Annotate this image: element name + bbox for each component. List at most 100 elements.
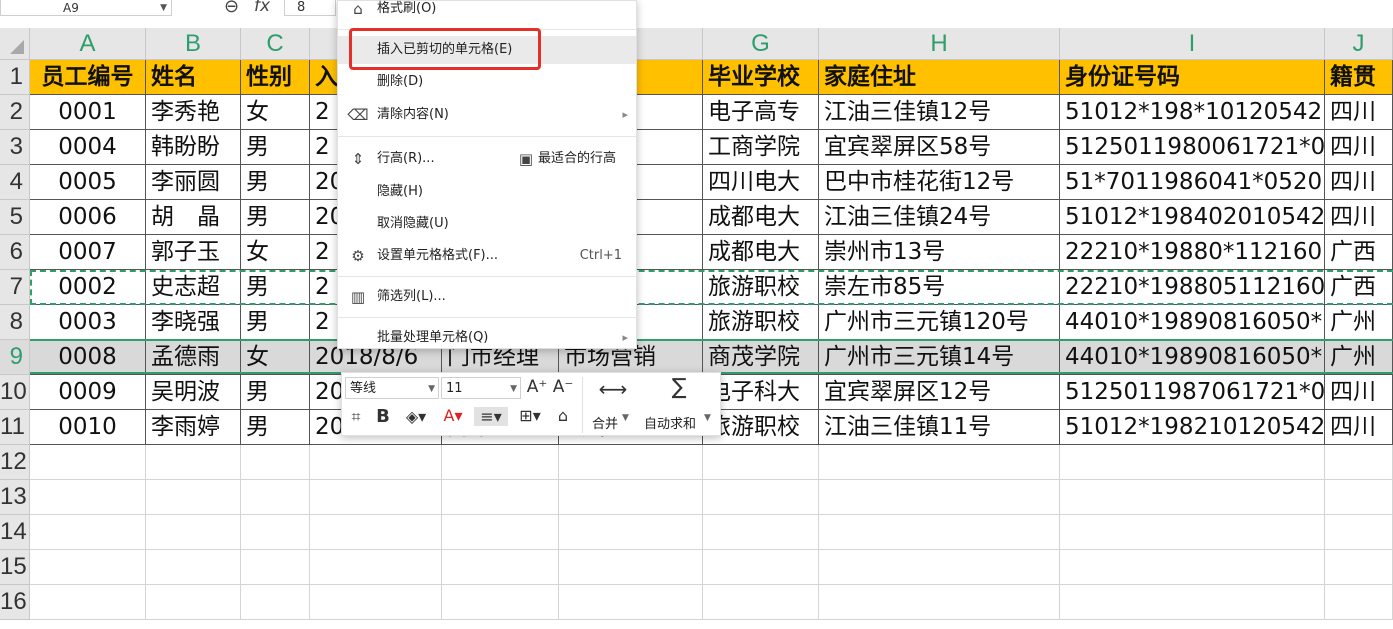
- table-cell[interactable]: [703, 480, 819, 515]
- table-header-cell[interactable]: 毕业学校: [703, 60, 819, 95]
- table-cell[interactable]: [442, 445, 559, 480]
- table-cell[interactable]: [819, 585, 1060, 620]
- table-cell[interactable]: [146, 585, 241, 620]
- table-cell[interactable]: [819, 445, 1060, 480]
- table-cell[interactable]: [310, 480, 442, 515]
- autosum-button[interactable]: 自动求和: [644, 413, 696, 432]
- table-cell[interactable]: [146, 480, 241, 515]
- sum-icon[interactable]: ∑: [664, 375, 694, 400]
- row-header[interactable]: 11: [0, 410, 30, 445]
- row-header[interactable]: 1: [0, 60, 30, 95]
- chevron-down-icon[interactable]: ▼: [704, 413, 711, 423]
- chevron-down-icon[interactable]: ▼: [622, 413, 629, 423]
- zoom-icon[interactable]: ⊖: [224, 0, 239, 17]
- convert-icon[interactable]: ⌗: [345, 407, 367, 427]
- table-cell[interactable]: 男: [241, 375, 310, 410]
- formula-input[interactable]: 8: [284, 0, 336, 16]
- table-cell[interactable]: 李秀艳: [146, 95, 241, 130]
- row-header[interactable]: 4: [0, 165, 30, 200]
- table-cell[interactable]: [30, 445, 146, 480]
- table-cell[interactable]: 四川: [1325, 95, 1393, 130]
- column-header[interactable]: J: [1325, 28, 1393, 60]
- table-cell[interactable]: [241, 550, 310, 585]
- table-header-cell[interactable]: 籍贯: [1325, 60, 1393, 95]
- table-cell[interactable]: 0007: [30, 235, 146, 270]
- table-cell[interactable]: [703, 515, 819, 550]
- table-cell[interactable]: 51*7011986041*0520: [1060, 165, 1325, 200]
- column-header[interactable]: G: [703, 28, 819, 60]
- table-cell[interactable]: 四川: [1325, 200, 1393, 235]
- column-header[interactable]: C: [241, 28, 310, 60]
- table-cell[interactable]: 22210*19880*112160: [1060, 235, 1325, 270]
- row-header[interactable]: 7: [0, 270, 30, 305]
- table-cell[interactable]: [1325, 585, 1393, 620]
- table-cell[interactable]: 5125011980061721*0: [1060, 130, 1325, 165]
- table-cell[interactable]: 男: [241, 410, 310, 445]
- table-cell[interactable]: [1325, 515, 1393, 550]
- select-all-corner[interactable]: [0, 28, 30, 60]
- chevron-down-icon[interactable]: ▼: [160, 0, 167, 16]
- table-cell[interactable]: [819, 480, 1060, 515]
- table-cell[interactable]: 男: [241, 305, 310, 340]
- merge-button[interactable]: 合并: [592, 413, 618, 432]
- table-header-cell[interactable]: 性别: [241, 60, 310, 95]
- table-cell[interactable]: 0005: [30, 165, 146, 200]
- table-header-cell[interactable]: 姓名: [146, 60, 241, 95]
- table-cell[interactable]: 吴明波: [146, 375, 241, 410]
- decrease-font-icon[interactable]: A⁻: [552, 377, 574, 397]
- table-cell[interactable]: 崇州市13号: [819, 235, 1060, 270]
- column-header[interactable]: I: [1060, 28, 1325, 60]
- fill-color-icon[interactable]: ◈▾: [400, 407, 432, 426]
- row-header[interactable]: 8: [0, 305, 30, 340]
- table-cell[interactable]: [30, 550, 146, 585]
- table-cell[interactable]: 胡 晶: [146, 200, 241, 235]
- table-cell[interactable]: [30, 480, 146, 515]
- table-cell[interactable]: [559, 480, 703, 515]
- table-cell[interactable]: [241, 515, 310, 550]
- table-cell[interactable]: 51012*198*10120542: [1060, 95, 1325, 130]
- table-cell[interactable]: 四川电大: [703, 165, 819, 200]
- table-cell[interactable]: 韩盼盼: [146, 130, 241, 165]
- table-cell[interactable]: [310, 550, 442, 585]
- table-cell[interactable]: 女: [241, 95, 310, 130]
- font-select[interactable]: 等线 ▼: [345, 377, 439, 399]
- table-cell[interactable]: 0010: [30, 410, 146, 445]
- table-cell[interactable]: 江油三佳镇24号: [819, 200, 1060, 235]
- table-cell[interactable]: 四川: [1325, 410, 1393, 445]
- table-cell[interactable]: [559, 550, 703, 585]
- table-cell[interactable]: 51012*198210120542: [1060, 410, 1325, 445]
- table-cell[interactable]: [703, 550, 819, 585]
- table-cell[interactable]: [1325, 480, 1393, 515]
- table-cell[interactable]: 0004: [30, 130, 146, 165]
- table-cell[interactable]: 0009: [30, 375, 146, 410]
- table-cell[interactable]: 女: [241, 235, 310, 270]
- table-cell[interactable]: 巴中市桂花街12号: [819, 165, 1060, 200]
- table-cell[interactable]: 0003: [30, 305, 146, 340]
- table-cell[interactable]: [310, 585, 442, 620]
- table-cell[interactable]: [442, 550, 559, 585]
- increase-font-icon[interactable]: A⁺: [526, 377, 548, 397]
- name-box[interactable]: A9 ▼: [0, 0, 172, 16]
- table-cell[interactable]: [559, 515, 703, 550]
- table-cell[interactable]: [703, 445, 819, 480]
- table-cell[interactable]: 李丽圆: [146, 165, 241, 200]
- row-header[interactable]: 12: [0, 445, 30, 480]
- table-cell[interactable]: 男: [241, 165, 310, 200]
- column-header[interactable]: H: [819, 28, 1060, 60]
- table-cell[interactable]: [819, 550, 1060, 585]
- table-cell[interactable]: 广州市三元镇120号: [819, 305, 1060, 340]
- row-header[interactable]: 13: [0, 480, 30, 515]
- table-cell[interactable]: [819, 515, 1060, 550]
- menu-item-delete[interactable]: 删除(D): [338, 68, 636, 96]
- table-cell[interactable]: 成都电大: [703, 235, 819, 270]
- table-cell[interactable]: [559, 445, 703, 480]
- table-cell[interactable]: 广西: [1325, 235, 1393, 270]
- table-cell[interactable]: [1060, 585, 1325, 620]
- table-cell[interactable]: 宜宾翠屏区58号: [819, 130, 1060, 165]
- table-cell[interactable]: [241, 445, 310, 480]
- table-cell[interactable]: 郭子玉: [146, 235, 241, 270]
- table-cell[interactable]: 0006: [30, 200, 146, 235]
- row-header[interactable]: 14: [0, 515, 30, 550]
- menu-item-format-painter[interactable]: ⌂ 格式刷(O): [338, 0, 636, 23]
- table-cell[interactable]: [442, 515, 559, 550]
